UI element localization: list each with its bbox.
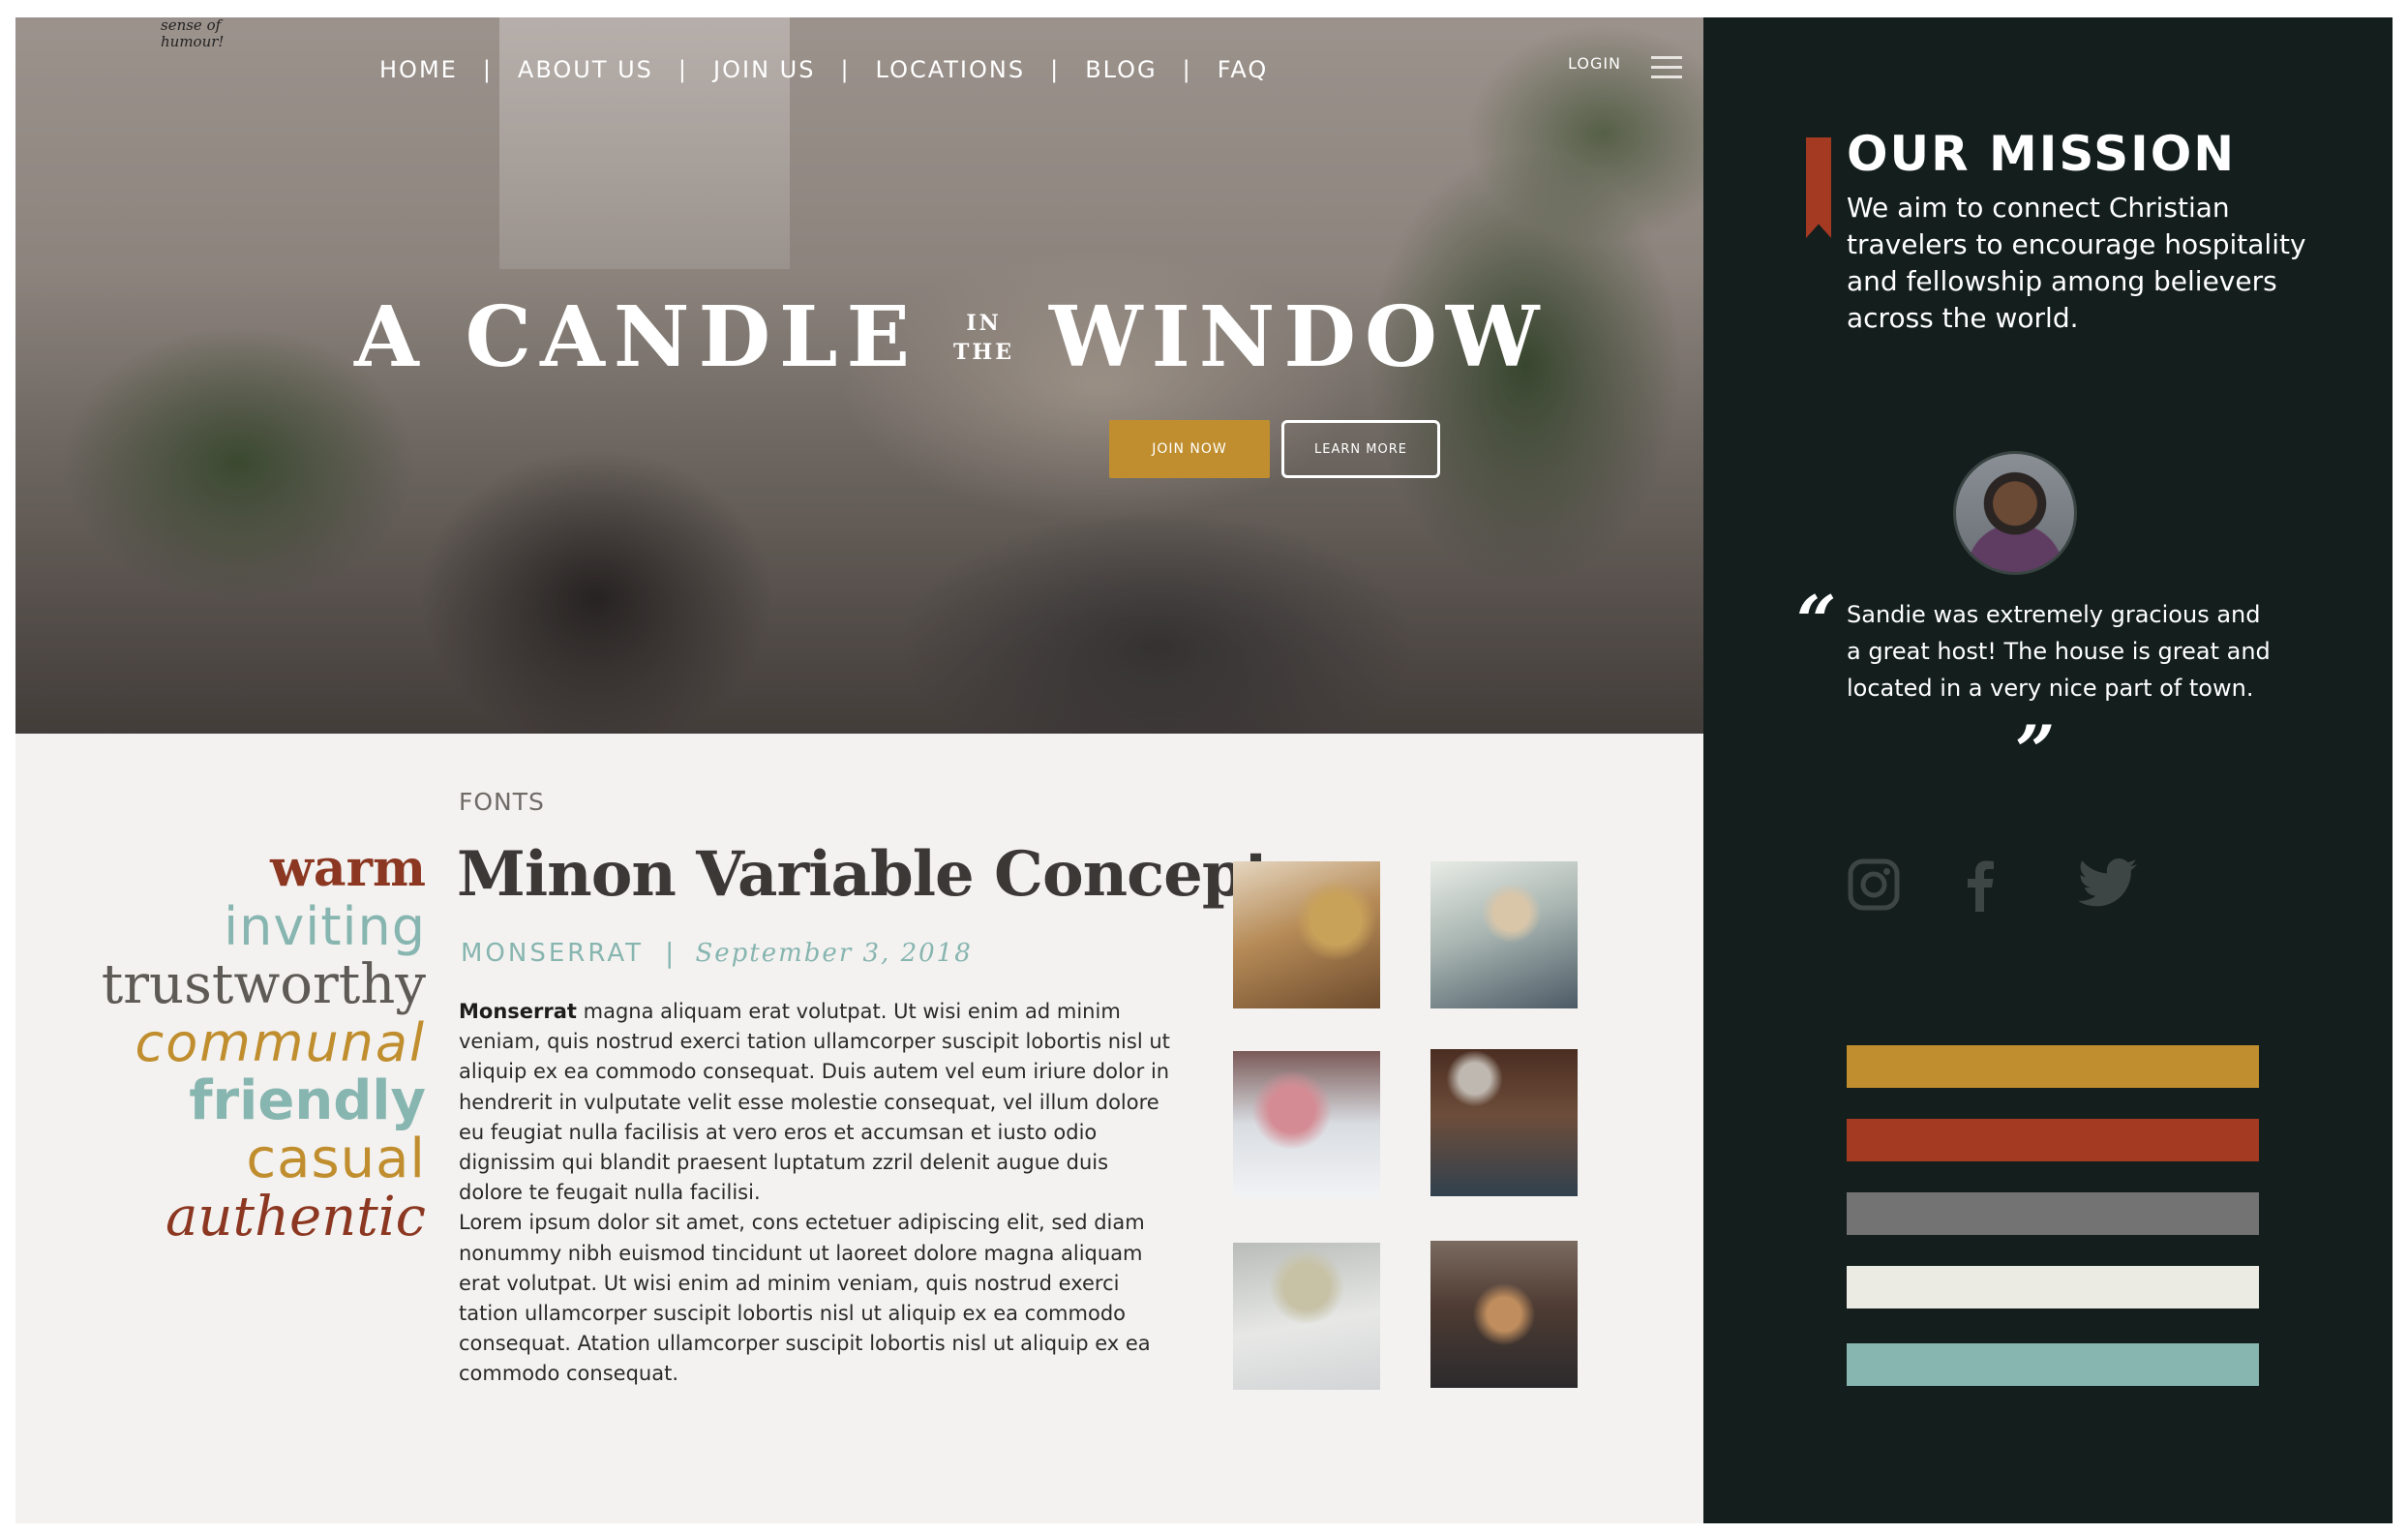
font-name: MONSERRAT bbox=[461, 938, 645, 968]
nav-item-locations[interactable]: LOCATIONS bbox=[870, 56, 1032, 83]
mission-panel: OUR MISSION We aim to connect Christian … bbox=[1703, 17, 2393, 1523]
nav-item-join-us[interactable]: JOIN US bbox=[707, 56, 821, 83]
join-now-button[interactable]: JOIN NOW bbox=[1109, 420, 1270, 478]
brand-adjectives: warm inviting trustworthy communal frien… bbox=[102, 840, 426, 1247]
nav-separator: | bbox=[482, 56, 493, 83]
photo-women-cooking bbox=[1233, 1243, 1380, 1390]
color-swatch-rust bbox=[1847, 1119, 2259, 1161]
nav-separator: | bbox=[1050, 56, 1061, 83]
hero-title-part1: A CANDLE bbox=[354, 288, 919, 386]
twitter-icon[interactable] bbox=[2077, 857, 2139, 912]
body-paragraph-2: Lorem ipsum dolor sit amet, cons ectetue… bbox=[459, 1211, 1151, 1386]
hamburger-menu-icon[interactable] bbox=[1651, 56, 1682, 79]
brand-content-area: warm inviting trustworthy communal frien… bbox=[15, 734, 1703, 1523]
fonts-section-label: FONTS bbox=[459, 788, 545, 816]
learn-more-button[interactable]: LEARN MORE bbox=[1281, 420, 1440, 478]
adjective-authentic: authentic bbox=[165, 1186, 426, 1248]
nav-item-blog[interactable]: BLOG bbox=[1079, 56, 1162, 83]
main-nav: HOME | ABOUT US | JOIN US | LOCATIONS | … bbox=[374, 56, 1274, 83]
nav-separator: | bbox=[840, 56, 851, 83]
meta-separator: | bbox=[665, 937, 675, 969]
login-link[interactable]: LOGIN bbox=[1568, 54, 1621, 73]
nav-separator: | bbox=[1182, 56, 1192, 83]
font-meta-line: MONSERRAT | September 3, 2018 bbox=[461, 937, 973, 969]
photo-kitchen-table bbox=[1233, 861, 1380, 1008]
photo-dinner-table-flowers bbox=[1233, 1051, 1380, 1198]
body-paragraph-1: Monserrat magna aliquam erat volutpat. U… bbox=[459, 997, 1171, 1208]
hero-title-connector: IN THE bbox=[953, 309, 1014, 367]
font-sample-title: Minon Variable Concept bbox=[457, 838, 1273, 911]
adjective-communal: communal bbox=[135, 1012, 426, 1073]
instagram-icon[interactable] bbox=[1847, 857, 1901, 912]
hero-title-in: IN bbox=[966, 311, 1002, 336]
mission-title: OUR MISSION bbox=[1847, 126, 2237, 182]
post-date: September 3, 2018 bbox=[695, 938, 973, 968]
color-swatch-cream bbox=[1847, 1266, 2259, 1308]
adjective-friendly: friendly bbox=[189, 1069, 426, 1132]
adjective-casual: casual bbox=[246, 1128, 426, 1190]
hero-title-part2: WINDOW bbox=[1048, 288, 1549, 386]
photo-woman-on-couch bbox=[1430, 861, 1578, 1008]
nav-separator: | bbox=[677, 56, 689, 83]
testimonial-text: Sandie was extremely gracious and a grea… bbox=[1847, 601, 2271, 702]
photo-group-dinner bbox=[1430, 1241, 1578, 1388]
nav-item-faq[interactable]: FAQ bbox=[1212, 56, 1275, 83]
adjective-trustworthy: trustworthy bbox=[101, 953, 426, 1016]
nav-item-about-us[interactable]: ABOUT US bbox=[512, 56, 659, 83]
color-swatch-gray bbox=[1847, 1192, 2259, 1235]
adjective-inviting: inviting bbox=[224, 896, 426, 957]
testimonial-avatar bbox=[1953, 451, 2077, 575]
wall-sign-text: sense of humour! bbox=[161, 17, 225, 50]
hero-title-the: THE bbox=[953, 340, 1014, 365]
facebook-icon[interactable] bbox=[1961, 857, 2000, 912]
body-lead-word: Monserrat bbox=[459, 1000, 577, 1023]
color-swatch-gold bbox=[1847, 1045, 2259, 1088]
open-quote-icon: “ bbox=[1796, 580, 1837, 662]
nav-item-home[interactable]: HOME bbox=[374, 56, 464, 83]
bookmark-ribbon-icon bbox=[1806, 137, 1831, 238]
hero-banner: sense of humour! HOME | ABOUT US | JOIN … bbox=[15, 17, 1703, 734]
color-swatch-teal bbox=[1847, 1343, 2259, 1386]
mission-text: We aim to connect Christian travelers to… bbox=[1847, 192, 2306, 334]
font-sample-body: Monserrat magna aliquam erat volutpat. U… bbox=[459, 997, 1171, 1390]
body-paragraph-1-text: magna aliquam erat volutpat. Ut wisi eni… bbox=[459, 1000, 1170, 1205]
adjective-warm: warm bbox=[270, 839, 426, 898]
photo-cozy-kitchen bbox=[1430, 1049, 1578, 1196]
close-quote-icon: ” bbox=[2015, 709, 2056, 792]
hero-title: A CANDLE IN THE WINDOW bbox=[354, 288, 1539, 386]
